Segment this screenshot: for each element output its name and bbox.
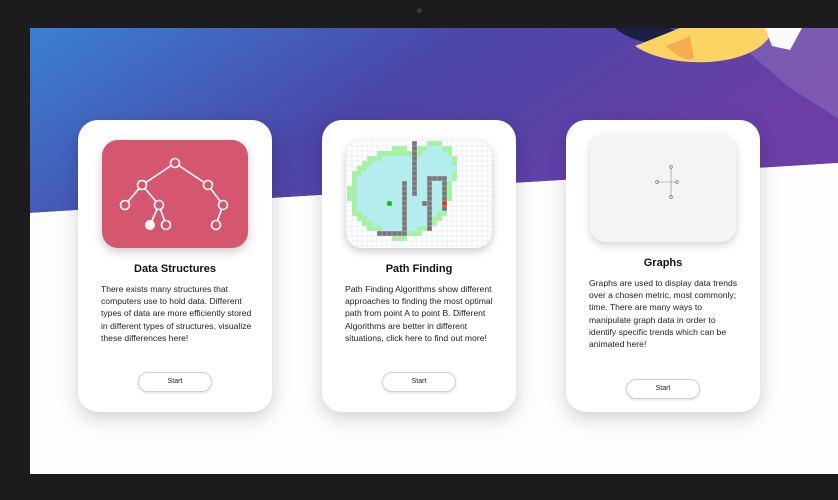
card-data-structures[interactable]: Data Structures There exists many struct…: [78, 120, 272, 412]
binary-tree-icon: [102, 140, 248, 248]
camera-dot: [417, 8, 422, 13]
card-title: Data Structures: [134, 263, 216, 275]
card-graphs[interactable]: Graphs Graphs are used to display data t…: [566, 120, 760, 412]
card-description: There exists many structures that comput…: [101, 284, 252, 343]
graph-axis-icon: [590, 134, 736, 242]
card-path-finding[interactable]: Path Finding Path Finding Algorithms sho…: [322, 120, 516, 412]
app-screen: Data Structures There exists many struct…: [30, 28, 838, 474]
card-description: Graphs are used to display data trends o…: [589, 278, 738, 350]
card-title: Graphs: [643, 257, 683, 269]
start-button[interactable]: Start: [382, 372, 456, 392]
start-button[interactable]: Start: [626, 379, 700, 399]
card-title: Path Finding: [385, 263, 453, 275]
grid-pathfinding-icon: [346, 140, 492, 248]
start-button[interactable]: Start: [138, 372, 212, 392]
card-description: Path Finding Algorithms show different a…: [345, 284, 493, 343]
